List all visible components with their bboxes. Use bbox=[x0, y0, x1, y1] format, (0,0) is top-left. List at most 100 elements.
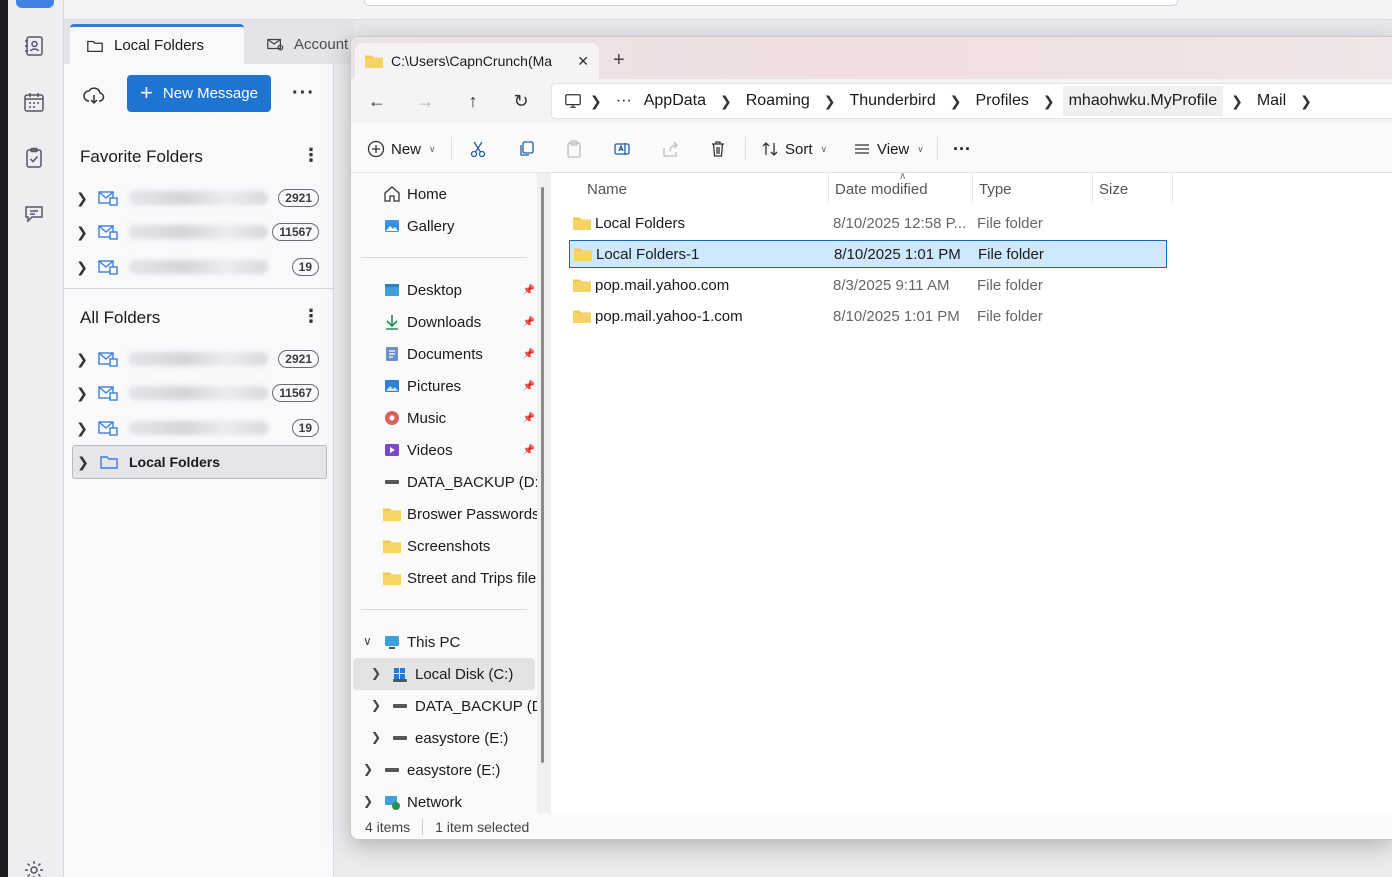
tasks-icon[interactable] bbox=[22, 146, 46, 170]
column-header-size[interactable]: Size bbox=[1099, 181, 1128, 198]
sidebar-item-data-backup[interactable]: DATA_BACKUP (D:) bbox=[383, 466, 539, 498]
sidebar-item-desktop[interactable]: Desktop 📌 bbox=[383, 274, 539, 306]
breadcrumb-profiles[interactable]: Profiles bbox=[970, 86, 1035, 116]
close-tab-icon[interactable]: ✕ bbox=[577, 53, 589, 70]
chevron-right-icon[interactable]: ❯ bbox=[371, 698, 381, 712]
column-divider[interactable] bbox=[828, 173, 829, 203]
pin-icon[interactable]: 📌 bbox=[523, 413, 535, 424]
tab-account-settings[interactable]: Account S bbox=[250, 24, 360, 64]
column-header-name[interactable]: Name bbox=[587, 181, 627, 198]
breadcrumb-separator-icon[interactable]: ❯ bbox=[942, 93, 970, 110]
chevron-right-icon[interactable]: ❯ bbox=[72, 190, 92, 207]
pin-icon[interactable]: 📌 bbox=[523, 285, 535, 296]
sidebar-item-data-backup-d[interactable]: DATA_BACKUP (D: bbox=[391, 690, 547, 722]
local-folders-row[interactable]: ❯ Local Folders bbox=[72, 445, 327, 479]
sidebar-item-documents[interactable]: Documents 📌 bbox=[383, 338, 539, 370]
cut-button[interactable] bbox=[469, 135, 487, 163]
sidebar-item-browser-passwords[interactable]: Broswer Passwords_ bbox=[383, 498, 539, 530]
forward-arrow-icon[interactable]: → bbox=[413, 89, 437, 113]
favorite-folders-options-icon[interactable]: ⋮ bbox=[302, 146, 320, 164]
chevron-right-icon[interactable]: ❯ bbox=[72, 385, 92, 402]
pin-icon[interactable]: 📌 bbox=[523, 445, 535, 456]
explorer-tab[interactable]: C:\Users\CapnCrunch(Ma ✕ bbox=[355, 43, 599, 79]
sidebar-item-this-pc[interactable]: This PC bbox=[383, 626, 539, 658]
column-header-date[interactable]: Date modified bbox=[835, 181, 928, 198]
column-divider[interactable] bbox=[1172, 173, 1173, 203]
column-divider[interactable] bbox=[1092, 173, 1093, 203]
breadcrumb-separator-icon[interactable]: ❯ bbox=[1292, 93, 1320, 110]
rename-button[interactable] bbox=[613, 135, 631, 163]
breadcrumb-separator-icon[interactable]: ❯ bbox=[816, 93, 844, 110]
chevron-right-icon[interactable]: ❯ bbox=[72, 224, 92, 241]
all-folders-options-icon[interactable]: ⋮ bbox=[302, 307, 320, 325]
share-button[interactable] bbox=[661, 135, 679, 163]
favorite-account-row[interactable]: ❯ 19 bbox=[72, 250, 327, 284]
column-divider[interactable] bbox=[972, 173, 973, 203]
sidebar-item-street-and-trips[interactable]: Street and Trips files bbox=[383, 562, 539, 594]
breadcrumb-separator-icon[interactable]: ❯ bbox=[582, 93, 610, 110]
chevron-right-icon[interactable]: ❯ bbox=[72, 351, 92, 368]
address-book-icon[interactable] bbox=[22, 34, 46, 58]
refresh-icon[interactable]: ↻ bbox=[509, 89, 533, 113]
account-row[interactable]: ❯ 11567 bbox=[72, 376, 327, 410]
chevron-right-icon[interactable]: ❯ bbox=[371, 666, 381, 680]
breadcrumb-separator-icon[interactable]: ❯ bbox=[1035, 93, 1063, 110]
up-arrow-icon[interactable]: ↑ bbox=[461, 89, 485, 113]
favorite-account-row[interactable]: ❯ 11567 bbox=[72, 215, 327, 249]
breadcrumb-separator-icon[interactable]: ❯ bbox=[712, 93, 740, 110]
see-more-icon[interactable]: ··· bbox=[953, 135, 971, 163]
delete-button[interactable] bbox=[709, 135, 727, 163]
account-row[interactable]: ❯ 2921 bbox=[72, 342, 327, 376]
calendar-icon[interactable] bbox=[22, 90, 46, 114]
address-bar[interactable]: ❯ ··· AppData ❯ Roaming ❯ Thunderbird ❯ … bbox=[551, 83, 1392, 119]
chevron-right-icon[interactable]: ❯ bbox=[363, 762, 373, 776]
file-row[interactable]: Local Folders 8/10/2025 12:58 P... File … bbox=[569, 209, 1167, 237]
back-arrow-icon[interactable]: ← bbox=[365, 89, 389, 113]
sidebar-item-home[interactable]: Home bbox=[383, 178, 539, 210]
mail-space-button[interactable] bbox=[16, 0, 54, 8]
chevron-right-icon[interactable]: ❯ bbox=[72, 259, 92, 276]
breadcrumb-roaming[interactable]: Roaming bbox=[740, 86, 816, 116]
breadcrumb-profile[interactable]: mhaohwku.MyProfile bbox=[1062, 86, 1224, 116]
chevron-down-icon[interactable]: ∨ bbox=[363, 634, 372, 648]
chevron-right-icon[interactable]: ❯ bbox=[73, 454, 93, 471]
chevron-right-icon[interactable]: ❯ bbox=[363, 794, 373, 808]
new-button[interactable]: New ∨ bbox=[367, 135, 436, 163]
sidebar-item-local-disk-c[interactable]: Local Disk (C:) bbox=[391, 658, 547, 690]
view-button[interactable]: View ∨ bbox=[853, 135, 924, 163]
settings-icon[interactable] bbox=[22, 858, 46, 877]
paste-button[interactable] bbox=[565, 135, 583, 163]
global-search-input[interactable] bbox=[364, 0, 1178, 6]
tab-local-folders[interactable]: Local Folders bbox=[70, 24, 244, 64]
more-options-icon[interactable]: ··· bbox=[292, 82, 315, 105]
sort-button[interactable]: Sort ∨ bbox=[761, 135, 827, 163]
sidebar-item-music[interactable]: Music 📌 bbox=[383, 402, 539, 434]
sidebar-item-easystore[interactable]: easystore (E:) bbox=[383, 754, 539, 786]
pin-icon[interactable]: 📌 bbox=[523, 317, 535, 328]
sidebar-item-pictures[interactable]: Pictures 📌 bbox=[383, 370, 539, 402]
breadcrumb-thunderbird[interactable]: Thunderbird bbox=[843, 86, 941, 116]
pin-icon[interactable]: 📌 bbox=[523, 381, 535, 392]
account-row[interactable]: ❯ 19 bbox=[72, 411, 327, 445]
copy-button[interactable] bbox=[517, 135, 535, 163]
sidebar-item-easystore-e[interactable]: easystore (E:) bbox=[391, 722, 547, 754]
favorite-account-row[interactable]: ❯ 2921 bbox=[72, 181, 327, 215]
breadcrumb-appdata[interactable]: AppData bbox=[638, 86, 712, 116]
file-row[interactable]: pop.mail.yahoo.com 8/3/2025 9:11 AM File… bbox=[569, 271, 1167, 299]
new-tab-icon[interactable]: + bbox=[613, 49, 625, 72]
get-messages-icon[interactable] bbox=[82, 84, 106, 108]
sidebar-scrollbar-thumb[interactable] bbox=[541, 187, 544, 763]
file-row-selected[interactable]: Local Folders-1 8/10/2025 1:01 PM File f… bbox=[569, 240, 1167, 268]
sidebar-item-gallery[interactable]: Gallery bbox=[383, 210, 539, 242]
computer-icon[interactable] bbox=[564, 92, 582, 110]
chevron-right-icon[interactable]: ❯ bbox=[72, 420, 92, 437]
breadcrumb-mail[interactable]: Mail bbox=[1251, 86, 1292, 116]
sidebar-scrollbar-track[interactable] bbox=[537, 173, 551, 813]
new-message-button[interactable]: + New Message bbox=[127, 75, 271, 112]
chevron-right-icon[interactable]: ❯ bbox=[371, 730, 381, 744]
file-row[interactable]: pop.mail.yahoo-1.com 8/10/2025 1:01 PM F… bbox=[569, 302, 1167, 330]
breadcrumb-overflow-icon[interactable]: ··· bbox=[610, 86, 638, 116]
breadcrumb-separator-icon[interactable]: ❯ bbox=[1223, 93, 1251, 110]
sidebar-item-downloads[interactable]: Downloads 📌 bbox=[383, 306, 539, 338]
pin-icon[interactable]: 📌 bbox=[523, 349, 535, 360]
